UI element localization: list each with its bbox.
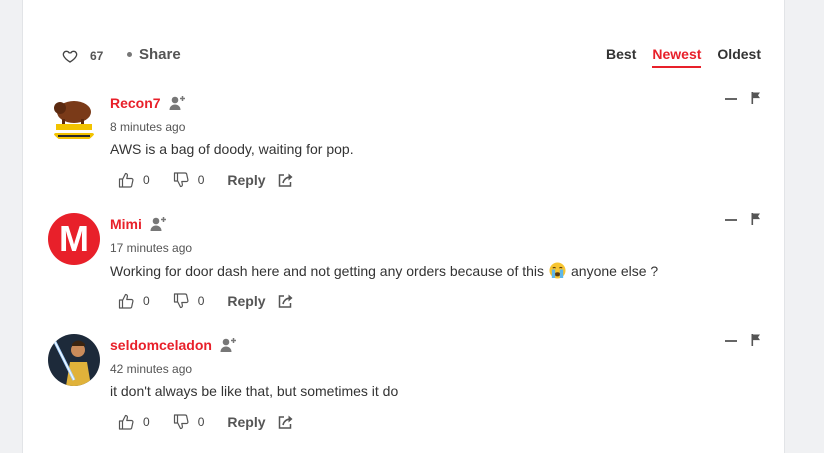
follow-user-icon[interactable]: [169, 95, 187, 111]
comment-header: seldomceladon: [110, 337, 238, 353]
flag-icon[interactable]: [751, 213, 761, 225]
comment-actions: 0 0 Reply: [118, 414, 294, 430]
username[interactable]: Recon7: [110, 95, 161, 111]
comment-text: AWS is a bag of doody, waiting for pop.: [110, 141, 354, 157]
heart-icon: [62, 50, 78, 63]
timestamp[interactable]: 8 minutes ago: [110, 120, 185, 134]
avatar[interactable]: [48, 334, 100, 386]
comment-actions: 0 0 Reply: [118, 172, 294, 188]
thumbs-up-icon: [118, 172, 134, 188]
thumbs-up-icon: [118, 414, 134, 430]
thumbs-down-icon: [173, 293, 189, 309]
upvote-count: 0: [143, 173, 150, 187]
comments-panel: 67 Share Best Newest Oldest Recon7 8 min…: [22, 0, 785, 453]
upvote-count: 0: [143, 294, 150, 308]
crying-face-emoji: [549, 262, 566, 279]
avatar[interactable]: M: [48, 213, 100, 265]
comments-toolbar: 67 Share Best Newest Oldest: [23, 40, 784, 72]
downvote-button[interactable]: 0: [173, 172, 205, 188]
comment-body: it don't always be like that, but someti…: [110, 383, 399, 399]
flag-icon[interactable]: [751, 92, 761, 104]
share-icon[interactable]: [278, 172, 294, 188]
collapse-button[interactable]: [725, 219, 737, 221]
downvote-count: 0: [197, 294, 205, 308]
comment-text: it don't always be like that, but someti…: [110, 383, 398, 399]
timestamp[interactable]: 17 minutes ago: [110, 241, 192, 255]
downvote-button[interactable]: 0: [173, 293, 205, 309]
comment-body-continued: anyone else ?: [571, 262, 659, 279]
comment-actions: 0 0 Reply: [118, 293, 294, 309]
collapse-button[interactable]: [725, 98, 737, 100]
bullet-separator: [127, 52, 132, 57]
share-label: Share: [139, 46, 181, 63]
share-button[interactable]: Share: [127, 46, 181, 63]
avatar-letter: M: [59, 218, 89, 259]
upvote-button[interactable]: 0: [118, 293, 150, 309]
follow-user-icon[interactable]: [220, 337, 238, 353]
downvote-button[interactable]: 0: [173, 414, 205, 430]
lightsaber-character-icon: [48, 334, 100, 386]
comment-text: Working for door dash here and not getti…: [110, 262, 658, 279]
comment-header: Mimi: [110, 216, 168, 232]
tab-newest[interactable]: Newest: [652, 46, 702, 68]
reply-button[interactable]: Reply: [227, 172, 265, 188]
buffalo-crest-icon: [48, 92, 100, 144]
avatar[interactable]: [48, 92, 100, 144]
thumbs-down-icon: [173, 414, 189, 430]
thumbs-down-icon: [173, 172, 189, 188]
upvote-button[interactable]: 0: [118, 172, 150, 188]
upvote-count: 0: [143, 415, 150, 429]
comment-item: Recon7 8 minutes ago AWS is a bag of doo…: [48, 92, 763, 207]
tab-best[interactable]: Best: [606, 46, 636, 68]
downvote-count: 0: [197, 173, 205, 187]
reply-button[interactable]: Reply: [227, 414, 265, 430]
tab-oldest[interactable]: Oldest: [717, 46, 761, 68]
upvote-button[interactable]: 0: [118, 414, 150, 430]
share-icon[interactable]: [278, 414, 294, 430]
thumbs-up-icon: [118, 293, 134, 309]
comment-body: AWS is a bag of doody, waiting for pop.: [110, 141, 354, 157]
reply-button[interactable]: Reply: [227, 293, 265, 309]
comment-item: seldomceladon 42 minutes ago it don't al…: [48, 334, 763, 449]
username[interactable]: Mimi: [110, 216, 142, 232]
comment-body: Working for door dash here and not getti…: [110, 262, 545, 279]
timestamp[interactable]: 42 minutes ago: [110, 362, 192, 376]
comment-header: Recon7: [110, 95, 187, 111]
sort-tabs: Best Newest Oldest: [590, 46, 761, 68]
share-icon[interactable]: [278, 293, 294, 309]
flag-icon[interactable]: [751, 334, 761, 346]
collapse-button[interactable]: [725, 340, 737, 342]
like-article-button[interactable]: 67: [62, 48, 103, 64]
comment-item: M Mimi 17 minutes ago Working for door d…: [48, 213, 763, 328]
downvote-count: 0: [197, 415, 205, 429]
like-count: 67: [90, 49, 104, 63]
username[interactable]: seldomceladon: [110, 337, 212, 353]
follow-user-icon[interactable]: [150, 216, 168, 232]
